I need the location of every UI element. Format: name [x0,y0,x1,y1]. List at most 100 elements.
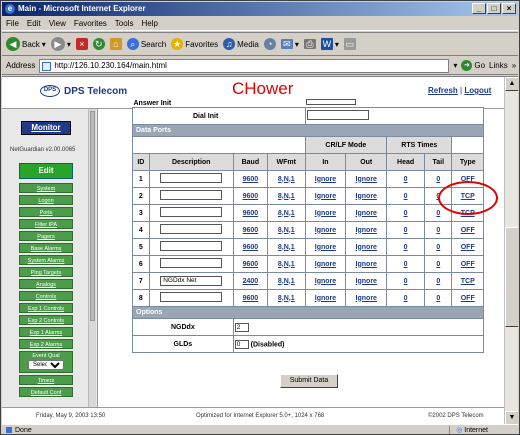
port-wfmt[interactable]: 8,N,1 [278,210,295,217]
refresh-button[interactable]: ↻ [92,38,105,50]
scroll-up-icon[interactable]: ▲ [505,77,518,91]
print-button[interactable]: ⎙ [303,39,316,49]
port-type[interactable]: OFF [461,227,475,234]
port-rts-tail[interactable]: 0 [436,278,440,285]
submit-data-button[interactable]: Submit Data [280,374,338,388]
port-wfmt[interactable]: 8,N,1 [278,193,295,200]
port-description[interactable] [160,241,223,251]
port-wfmt[interactable]: 8,N,1 [278,261,295,268]
port-crlf-in[interactable]: Ignore [315,210,336,217]
media-button[interactable]: ♫ Media [223,38,259,50]
menu-file[interactable]: File [6,19,19,28]
refresh-link[interactable]: Refresh [428,86,458,95]
nav-item-controls[interactable]: Controls [19,291,73,301]
port-crlf-in[interactable]: Ignore [315,295,336,302]
port-crlf-in[interactable]: Ignore [315,227,336,234]
edit-button[interactable]: Edit [19,163,73,179]
answer-init-input[interactable] [306,99,357,105]
address-dropdown-icon[interactable]: ▾ [453,61,457,70]
back-button[interactable]: ◀ Back ▾ [6,37,46,51]
port-crlf-in[interactable]: Ignore [315,261,336,268]
stop-button[interactable]: × [75,38,88,50]
port-rts-head[interactable]: 0 [404,210,408,217]
port-rts-tail[interactable]: 0 [436,244,440,251]
menu-edit[interactable]: Edit [27,19,41,28]
port-description[interactable] [160,173,223,183]
menu-favorites[interactable]: Favorites [74,19,107,28]
nav-item-ping-targets[interactable]: Ping Targets [19,267,73,277]
port-baud[interactable]: 9600 [243,193,259,200]
menu-view[interactable]: View [49,19,66,28]
scroll-down-icon[interactable]: ▼ [505,411,518,424]
port-crlf-in[interactable]: Ignore [315,278,336,285]
port-description[interactable] [160,258,223,268]
port-wfmt[interactable]: 8,N,1 [278,278,295,285]
edit-page-button[interactable]: W ▾ [320,38,339,50]
port-baud[interactable]: 9600 [243,261,259,268]
nav-item-default-conf[interactable]: Default Conf [19,387,73,397]
port-description[interactable] [160,207,223,217]
port-rts-head[interactable]: 0 [404,244,408,251]
port-crlf-out[interactable]: Ignore [356,227,377,234]
port-type[interactable]: OFF [461,244,475,251]
page-scroll-thumb[interactable] [505,227,518,327]
glds-input[interactable]: 0 [234,339,249,349]
port-rts-head[interactable]: 0 [404,295,408,302]
port-type[interactable]: TCP [461,278,475,285]
port-rts-tail[interactable]: 0 [436,176,440,183]
port-description[interactable] [160,292,223,302]
port-rts-head[interactable]: 0 [404,227,408,234]
minimize-button[interactable]: _ [472,3,486,14]
port-rts-head[interactable]: 0 [404,176,408,183]
favorites-button[interactable]: ★ Favorites [171,38,218,50]
nav-item-system[interactable]: System [19,183,73,193]
port-wfmt[interactable]: 8,N,1 [278,227,295,234]
nav-item-base-alarms[interactable]: Base Alarms [19,243,73,253]
menu-tools[interactable]: Tools [115,19,134,28]
port-crlf-out[interactable]: Ignore [356,295,377,302]
nav-item-exp2-alarms[interactable]: Exp 2 Alarms [19,339,73,349]
nav-item-system-alarms[interactable]: System Alarms [19,255,73,265]
search-button[interactable]: ⌕ Search [126,38,166,50]
nav-item-logon[interactable]: Logon [19,195,73,205]
port-baud[interactable]: 9600 [243,210,259,217]
port-rts-tail[interactable]: 0 [436,227,440,234]
port-description[interactable]: NGDdx Net [160,276,223,286]
port-wfmt[interactable]: 8,N,1 [278,295,295,302]
nav-item-filter-ipa[interactable]: Filter IPA [19,219,73,229]
menu-help[interactable]: Help [141,19,157,28]
left-nav-scrollbar[interactable] [88,109,96,424]
port-crlf-in[interactable]: Ignore [315,244,336,251]
discuss-button[interactable]: ▭ [343,38,356,50]
links-button[interactable]: Links [489,61,508,70]
port-rts-tail[interactable]: 0 [436,261,440,268]
left-nav-scroll-thumb[interactable] [90,111,95,321]
mail-button[interactable]: ✉ ▾ [280,39,299,49]
port-baud[interactable]: 2400 [243,278,259,285]
event-qual-select[interactable]: Select [28,360,64,370]
port-crlf-out[interactable]: Ignore [356,278,377,285]
dial-init-input[interactable] [306,110,369,120]
forward-button[interactable]: ▶ ▾ [50,37,71,51]
logout-link[interactable]: Logout [464,86,491,95]
port-crlf-out[interactable]: Ignore [356,244,377,251]
port-description[interactable] [160,224,223,234]
nav-item-timers[interactable]: Timers [19,375,73,385]
port-crlf-in[interactable]: Ignore [315,176,336,183]
go-button[interactable]: ➜ Go [461,60,485,71]
port-baud[interactable]: 9600 [243,176,259,183]
address-input[interactable]: http://126.10.230.164/main.html [39,58,450,73]
port-type[interactable]: OFF [461,261,475,268]
nav-item-exp2-controls[interactable]: Exp 2 Controls [19,315,73,325]
port-description[interactable] [160,190,223,200]
port-rts-head[interactable]: 0 [404,278,408,285]
nav-item-exp1-controls[interactable]: Exp 1 Controls [19,303,73,313]
port-wfmt[interactable]: 8,N,1 [278,176,295,183]
page-scrollbar[interactable]: ▲ ▼ [504,77,518,424]
port-baud[interactable]: 9600 [243,295,259,302]
port-crlf-out[interactable]: Ignore [356,176,377,183]
nav-item-exp1-alarms[interactable]: Exp 1 Alarms [19,327,73,337]
port-wfmt[interactable]: 8,N,1 [278,244,295,251]
port-rts-tail[interactable]: 0 [436,210,440,217]
port-rts-head[interactable]: 0 [404,193,408,200]
